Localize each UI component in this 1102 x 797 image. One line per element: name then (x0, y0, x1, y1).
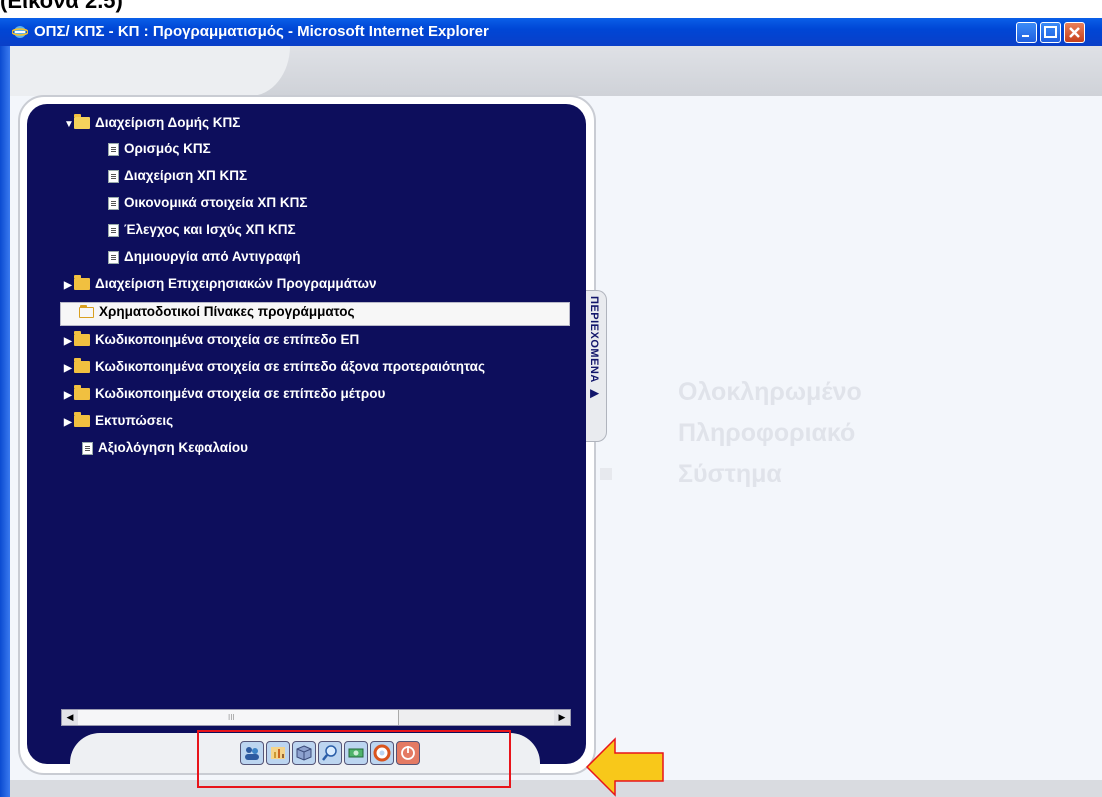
document-icon (108, 250, 119, 264)
tree-item-label: Κωδικοποιημένα στοιχεία σε επίπεδο μέτρο… (95, 386, 386, 401)
tree-item-label: Κωδικοποιημένα στοιχεία σε επίπεδο άξονα… (95, 359, 485, 374)
folder-icon (74, 358, 90, 374)
tree-item-validation[interactable]: Έλεγχος και Ισχύς ΧΠ ΚΠΣ (108, 222, 296, 242)
window-title: ΟΠΣ/ ΚΠΣ - ΚΠ : Προγραμματισμός - Micros… (34, 23, 489, 40)
tree-item-define[interactable]: Ορισμός ΚΠΣ (108, 141, 211, 161)
expand-arrow-icon[interactable]: ▶ (64, 363, 74, 374)
logo-line-2: Πληροφοριακό (678, 419, 856, 447)
tree-item-operational-programs[interactable]: ▶ Διαχείριση Επιχειρησιακών Προγραμμάτων (64, 275, 377, 296)
window-titlebar: ΟΠΣ/ ΚΠΣ - ΚΠ : Προγραμματισμός - Micros… (0, 18, 1102, 46)
tree-item-structure[interactable]: ▼ Διαχείριση Δομής ΚΠΣ (64, 114, 241, 135)
document-icon (108, 196, 119, 210)
tree-item-label: Κωδικοποιημένα στοιχεία σε επίπεδο ΕΠ (95, 332, 360, 347)
folder-icon (74, 412, 90, 428)
folder-icon (74, 385, 90, 401)
tree-item-manage-xp[interactable]: Διαχείριση ΧΠ ΚΠΣ (108, 168, 247, 188)
logo-line-3: Σύστημα (678, 460, 782, 488)
tree-item-label: Διαχείριση Επιχειρησιακών Προγραμμάτων (95, 276, 377, 291)
contents-tab[interactable]: ΠΕΡΙΕΧΟΜΕΝΑ ▶ (586, 290, 607, 442)
logo-decoration (600, 468, 612, 480)
tree-item-selected[interactable]: Χρηματοδοτικοί Πίνακες προγράμματος (60, 302, 570, 326)
minimize-button[interactable] (1016, 22, 1037, 43)
document-icon (108, 142, 119, 156)
tree-item-label: Οικονομικά στοιχεία ΧΠ ΚΠΣ (124, 195, 308, 210)
folder-icon (74, 275, 90, 291)
scroll-left-button[interactable]: ◀ (62, 710, 78, 725)
window-border-left (0, 46, 10, 797)
folder-open-icon (74, 114, 90, 130)
header-band (10, 46, 1102, 96)
expand-arrow-icon[interactable]: ▶ (64, 280, 74, 291)
expand-arrow-icon[interactable]: ▶ (64, 390, 74, 401)
expand-arrow-icon[interactable]: ▶ (64, 417, 74, 428)
header-tab (10, 46, 290, 96)
toolbar-highlight-box (197, 730, 511, 788)
expand-arrow-icon[interactable]: ▶ (64, 336, 74, 347)
expand-arrow-icon[interactable]: ▼ (64, 119, 74, 130)
tree-item-label: Δημιουργία από Αντιγραφή (124, 249, 301, 264)
minimize-icon (1022, 35, 1029, 37)
figure-caption: (Εικόνα 2.5) (0, 0, 123, 13)
tree-item-funding-tables[interactable]: Χρηματοδοτικοί Πίνακες προγράμματος (79, 304, 355, 324)
maximize-button[interactable] (1040, 22, 1061, 43)
tree-item-label: Χρηματοδοτικοί Πίνακες προγράμματος (99, 304, 355, 319)
footer-band (10, 780, 1102, 797)
folder-icon (79, 304, 94, 318)
tree-item-printouts[interactable]: ▶ Εκτυπώσεις (64, 412, 174, 433)
tree-item-label: Έλεγχος και Ισχύς ΧΠ ΚΠΣ (124, 222, 296, 237)
internet-explorer-icon (12, 26, 28, 38)
logo-line-1: Ολοκληρωμένο (678, 378, 862, 406)
tree-item-label: Διαχείριση Δομής ΚΠΣ (95, 115, 241, 130)
watermark-logo: Ολοκληρωμένο Πληροφοριακό Σύστημα (678, 372, 862, 495)
scrollbar-thumb[interactable] (78, 710, 399, 725)
tree-item-capital-evaluation[interactable]: Αξιολόγηση Κεφαλαίου (82, 440, 248, 460)
tree-item-label: Διαχείριση ΧΠ ΚΠΣ (124, 168, 248, 183)
tree-item-label: Ορισμός ΚΠΣ (124, 141, 211, 156)
tree-item-copy[interactable]: Δημιουργία από Αντιγραφή (108, 249, 300, 269)
document-icon (108, 223, 119, 237)
close-button[interactable] (1064, 22, 1085, 43)
document-icon (108, 169, 119, 183)
contents-tab-label: ΠΕΡΙΕΧΟΜΕΝΑ ▶ (588, 296, 600, 400)
scroll-right-button[interactable]: ▶ (554, 710, 570, 725)
tree-item-label: Εκτυπώσεις (95, 413, 174, 428)
pointer-arrow-icon (585, 737, 664, 797)
folder-icon (74, 331, 90, 347)
close-icon (1069, 27, 1080, 38)
horizontal-scrollbar[interactable]: ◀ ▶ (61, 709, 571, 726)
tree-item-coded-ep[interactable]: ▶ Κωδικοποιημένα στοιχεία σε επίπεδο ΕΠ (64, 331, 360, 352)
tree-item-financial[interactable]: Οικονομικά στοιχεία ΧΠ ΚΠΣ (108, 195, 307, 215)
maximize-icon (1044, 26, 1057, 38)
document-icon (82, 441, 93, 455)
tree-item-coded-axis[interactable]: ▶ Κωδικοποιημένα στοιχεία σε επίπεδο άξον… (64, 358, 485, 379)
tree-item-coded-measure[interactable]: ▶ Κωδικοποιημένα στοιχεία σε επίπεδο μέτρ… (64, 385, 386, 406)
tree-item-label: Αξιολόγηση Κεφαλαίου (98, 440, 248, 455)
